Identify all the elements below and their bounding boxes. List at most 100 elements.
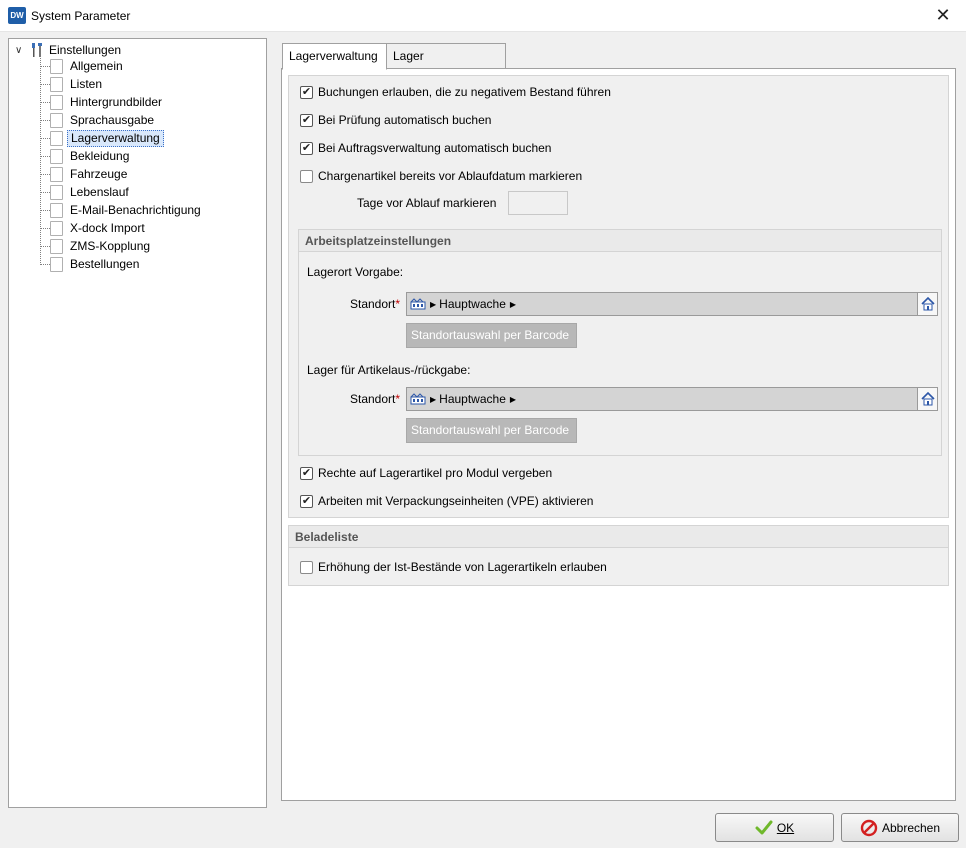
tree-item-fahrzeuge[interactable]: Fahrzeuge: [40, 165, 130, 183]
checkbox[interactable]: ✔: [300, 466, 313, 480]
page-icon: [50, 58, 63, 74]
tree-item-label: X-dock Import: [70, 220, 145, 235]
option-negative-stock[interactable]: ✔ Buchungen erlauben, die zu negativem B…: [300, 85, 611, 99]
tree-connector: [40, 263, 50, 265]
tree-item-label: Allgemein: [70, 58, 123, 73]
ausgabe-label: Lager für Artikelaus-/rückgabe:: [307, 363, 471, 377]
tree-connector: [40, 119, 50, 121]
window-title: System Parameter: [31, 9, 131, 23]
checkbox[interactable]: ✔: [300, 85, 313, 99]
page-icon: [50, 184, 63, 200]
standort-label: Standort*: [350, 392, 401, 406]
lagerort-value: Hauptwache: [439, 297, 506, 311]
ausgabe-standort-selector[interactable]: ▶ Hauptwache ▶: [406, 387, 938, 411]
tree-item-label: ZMS-Kopplung: [70, 238, 151, 253]
option-auto-book-check[interactable]: ✔ Bei Prüfung automatisch buchen: [300, 113, 491, 127]
tab-label: Lagerverwaltung: [289, 49, 378, 63]
tree-item-label: E-Mail-Benachrichtigung: [70, 202, 201, 217]
ok-button[interactable]: OK: [715, 813, 834, 842]
warehouse-icon: [410, 393, 426, 405]
tree-item-allgemein[interactable]: Allgemein: [40, 57, 126, 75]
tree-item-label: Bestellungen: [70, 256, 140, 271]
title-bar: DW System Parameter ✕: [0, 0, 966, 32]
tab-lager-medikamente[interactable]: Lager Medikamente: [386, 43, 506, 87]
checkbox[interactable]: [300, 560, 313, 574]
warehouse-icon: [410, 298, 426, 310]
checkbox[interactable]: [300, 169, 313, 183]
cancel-label: Abbrechen: [881, 820, 941, 835]
tree-item-label: Bekleidung: [70, 148, 130, 163]
tree-connector: [40, 227, 50, 229]
page-icon: [50, 202, 63, 218]
tree-root-label: Einstellungen: [49, 43, 122, 57]
ausgabe-value: Hauptwache: [439, 392, 506, 406]
option-increase-stock[interactable]: Erhöhung der Ist-Bestände von Lagerartik…: [300, 560, 607, 574]
tree-connector: [40, 137, 50, 139]
page-icon: [50, 112, 63, 128]
page-icon: [50, 94, 63, 110]
tree-connector: [40, 65, 50, 67]
tree-item-lebenslauf[interactable]: Lebenslauf: [40, 183, 132, 201]
tree-item-x-dock-import[interactable]: X-dock Import: [40, 219, 148, 237]
tree-item-hintergrundbilder[interactable]: Hintergrundbilder: [40, 93, 165, 111]
tree-item-sprachausgabe[interactable]: Sprachausgabe: [40, 111, 157, 129]
tree-item-lagerverwaltung[interactable]: Lagerverwaltung: [40, 129, 164, 147]
tree-item-label: Lebenslauf: [70, 184, 129, 199]
days-label: Tage vor Ablauf markieren: [357, 196, 497, 210]
tools-icon: [32, 43, 42, 57]
tree-item-label: Lagerverwaltung: [67, 129, 164, 147]
beladeliste-group: Beladeliste Erhöhung der Ist-Bestände vo…: [288, 525, 949, 586]
tree-item-bekleidung[interactable]: Bekleidung: [40, 147, 132, 165]
chevron-down-icon[interactable]: ∨: [15, 45, 27, 56]
lagerort-standort-selector[interactable]: ▶ Hauptwache ▶: [406, 292, 938, 316]
workplace-settings-title: Arbeitsplatzeinstellungen: [299, 230, 941, 252]
cancel-icon: [860, 819, 878, 836]
tree-item-label: Listen: [70, 76, 103, 91]
standort-label: Standort*: [350, 297, 401, 311]
path-arrow-icon: ▶: [430, 394, 437, 404]
tree-item-e-mail-benachrichtigung[interactable]: E-Mail-Benachrichtigung: [40, 201, 204, 219]
tree-item-label: Sprachausgabe: [70, 112, 155, 127]
settings-tree[interactable]: ∨ Einstellungen Allgemein Listen Hintergru…: [8, 38, 267, 808]
tree-connector: [40, 173, 50, 175]
barcode-select-button[interactable]: Standortauswahl per Barcode: [406, 418, 577, 443]
checkbox[interactable]: ✔: [300, 141, 313, 155]
tree-item-bestellungen[interactable]: Bestellungen: [40, 255, 142, 273]
tree-connector: [40, 191, 50, 193]
tree-item-label: Fahrzeuge: [70, 166, 128, 181]
option-rights-per-module[interactable]: ✔ Rechte auf Lagerartikel pro Modul verg…: [300, 466, 552, 480]
beladeliste-title: Beladeliste: [289, 526, 948, 548]
tab-panel-lagerverwaltung: ✔ Buchungen erlauben, die zu negativem B…: [281, 68, 956, 801]
days-input[interactable]: [508, 191, 568, 215]
page-icon: [50, 148, 63, 164]
general-options-group: ✔ Buchungen erlauben, die zu negativem B…: [288, 75, 949, 518]
checkbox[interactable]: ✔: [300, 113, 313, 127]
page-icon: [50, 130, 63, 146]
tree-item-listen[interactable]: Listen: [40, 75, 105, 93]
ok-label: OK: [776, 820, 795, 835]
option-auto-book-order[interactable]: ✔ Bei Auftragsverwaltung automatisch buc…: [300, 141, 551, 155]
tab-lagerverwaltung[interactable]: Lagerverwaltung: [282, 43, 387, 70]
tree-item-zms-kopplung[interactable]: ZMS-Kopplung: [40, 237, 153, 255]
home-button[interactable]: [917, 388, 937, 410]
path-arrow-icon[interactable]: ▶: [510, 300, 516, 309]
tree-item-label: Hintergrundbilder: [70, 94, 163, 109]
close-icon[interactable]: ✕: [935, 5, 950, 25]
option-packaging-units[interactable]: ✔ Arbeiten mit Verpackungseinheiten (VPE…: [300, 494, 593, 508]
page-icon: [50, 166, 63, 182]
home-button[interactable]: [917, 293, 937, 315]
cancel-button[interactable]: Abbrechen: [841, 813, 959, 842]
tree-connector: [40, 101, 50, 103]
option-batch-expiry-mark[interactable]: Chargenartikel bereits vor Ablaufdatum m…: [300, 169, 582, 183]
app-logo: DW: [8, 7, 26, 24]
path-arrow-icon[interactable]: ▶: [510, 395, 516, 404]
home-icon: [920, 296, 935, 311]
page-icon: [50, 238, 63, 254]
close-button[interactable]: ✕: [920, 0, 966, 31]
page-icon: [50, 256, 63, 272]
barcode-select-button[interactable]: Standortauswahl per Barcode: [406, 323, 577, 348]
checkbox[interactable]: ✔: [300, 494, 313, 508]
path-arrow-icon: ▶: [430, 299, 437, 309]
lagerort-label: Lagerort Vorgabe:: [307, 265, 404, 279]
tree-connector: [40, 155, 50, 157]
